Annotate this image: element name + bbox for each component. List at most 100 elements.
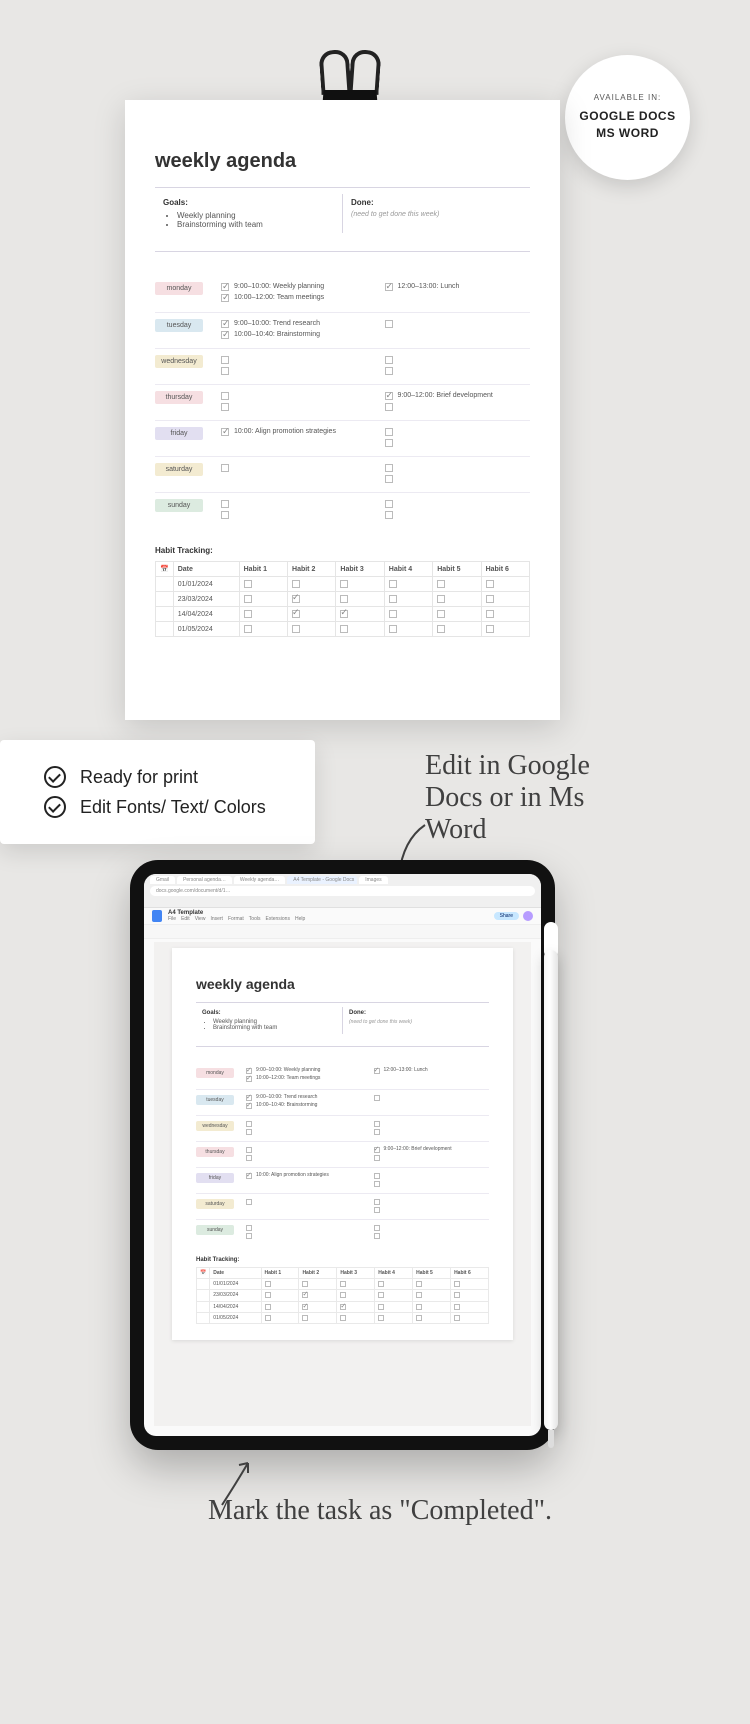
checkbox-icon[interactable] — [340, 1292, 346, 1298]
checkbox-icon[interactable] — [221, 294, 229, 302]
checkbox-icon[interactable] — [486, 595, 494, 603]
checkbox-icon[interactable] — [221, 356, 229, 364]
checkbox-icon[interactable] — [340, 625, 348, 633]
checkbox-icon[interactable] — [416, 1292, 422, 1298]
checkbox-icon[interactable] — [385, 320, 393, 328]
checkbox-icon[interactable] — [385, 428, 393, 436]
checkbox-icon[interactable] — [265, 1304, 271, 1310]
checkbox-icon[interactable] — [244, 610, 252, 618]
menu-item[interactable]: View — [195, 916, 206, 922]
checkbox-icon[interactable] — [486, 580, 494, 588]
checkbox-icon[interactable] — [385, 475, 393, 483]
checkbox-icon[interactable] — [378, 1315, 384, 1321]
checkbox-icon[interactable] — [340, 595, 348, 603]
checkbox-icon[interactable] — [302, 1292, 308, 1298]
checkbox-icon[interactable] — [221, 464, 229, 472]
checkbox-icon[interactable] — [244, 625, 252, 633]
checkbox-icon[interactable] — [246, 1103, 252, 1109]
checkbox-icon[interactable] — [454, 1281, 460, 1287]
checkbox-icon[interactable] — [292, 625, 300, 633]
checkbox-icon[interactable] — [221, 428, 229, 436]
checkbox-icon[interactable] — [340, 580, 348, 588]
checkbox-icon[interactable] — [221, 367, 229, 375]
checkbox-icon[interactable] — [374, 1095, 380, 1101]
checkbox-icon[interactable] — [385, 403, 393, 411]
browser-tab[interactable]: Images — [359, 876, 387, 884]
checkbox-icon[interactable] — [302, 1304, 308, 1310]
menu-item[interactable]: Tools — [249, 916, 261, 922]
checkbox-icon[interactable] — [416, 1281, 422, 1287]
checkbox-icon[interactable] — [389, 625, 397, 633]
checkbox-icon[interactable] — [378, 1304, 384, 1310]
checkbox-icon[interactable] — [454, 1292, 460, 1298]
checkbox-icon[interactable] — [374, 1181, 380, 1187]
checkbox-icon[interactable] — [385, 439, 393, 447]
checkbox-icon[interactable] — [389, 610, 397, 618]
checkbox-icon[interactable] — [437, 610, 445, 618]
checkbox-icon[interactable] — [340, 1304, 346, 1310]
checkbox-icon[interactable] — [302, 1281, 308, 1287]
checkbox-icon[interactable] — [292, 595, 300, 603]
browser-tab[interactable]: A4 Template - Google Docs — [287, 876, 357, 884]
checkbox-icon[interactable] — [246, 1225, 252, 1231]
menu-item[interactable]: Insert — [210, 916, 223, 922]
checkbox-icon[interactable] — [374, 1155, 380, 1161]
checkbox-icon[interactable] — [454, 1315, 460, 1321]
checkbox-icon[interactable] — [374, 1225, 380, 1231]
checkbox-icon[interactable] — [454, 1304, 460, 1310]
checkbox-icon[interactable] — [340, 610, 348, 618]
checkbox-icon[interactable] — [437, 580, 445, 588]
checkbox-icon[interactable] — [374, 1207, 380, 1213]
browser-tab[interactable]: Personal agenda… — [177, 876, 232, 884]
checkbox-icon[interactable] — [246, 1155, 252, 1161]
gdocs-toolbar[interactable] — [144, 925, 541, 939]
checkbox-icon[interactable] — [374, 1129, 380, 1135]
checkbox-icon[interactable] — [486, 625, 494, 633]
checkbox-icon[interactable] — [340, 1281, 346, 1287]
menu-item[interactable]: File — [168, 916, 176, 922]
checkbox-icon[interactable] — [374, 1173, 380, 1179]
checkbox-icon[interactable] — [378, 1281, 384, 1287]
checkbox-icon[interactable] — [221, 392, 229, 400]
checkbox-icon[interactable] — [374, 1233, 380, 1239]
checkbox-icon[interactable] — [246, 1199, 252, 1205]
checkbox-icon[interactable] — [385, 500, 393, 508]
checkbox-icon[interactable] — [246, 1173, 252, 1179]
checkbox-icon[interactable] — [437, 625, 445, 633]
checkbox-icon[interactable] — [221, 331, 229, 339]
checkbox-icon[interactable] — [221, 403, 229, 411]
checkbox-icon[interactable] — [486, 610, 494, 618]
checkbox-icon[interactable] — [437, 595, 445, 603]
checkbox-icon[interactable] — [265, 1292, 271, 1298]
checkbox-icon[interactable] — [244, 580, 252, 588]
menu-item[interactable]: Edit — [181, 916, 190, 922]
checkbox-icon[interactable] — [246, 1076, 252, 1082]
checkbox-icon[interactable] — [221, 500, 229, 508]
checkbox-icon[interactable] — [374, 1199, 380, 1205]
checkbox-icon[interactable] — [389, 595, 397, 603]
share-button[interactable]: Share — [494, 912, 519, 920]
checkbox-icon[interactable] — [374, 1121, 380, 1127]
checkbox-icon[interactable] — [246, 1121, 252, 1127]
browser-tab[interactable]: Gmail — [150, 876, 175, 884]
checkbox-icon[interactable] — [385, 392, 393, 400]
checkbox-icon[interactable] — [265, 1281, 271, 1287]
menu-item[interactable]: Format — [228, 916, 244, 922]
checkbox-icon[interactable] — [221, 320, 229, 328]
checkbox-icon[interactable] — [246, 1233, 252, 1239]
checkbox-icon[interactable] — [221, 511, 229, 519]
avatar[interactable] — [523, 911, 533, 921]
menu-item[interactable]: Extensions — [265, 916, 289, 922]
checkbox-icon[interactable] — [389, 580, 397, 588]
checkbox-icon[interactable] — [385, 464, 393, 472]
checkbox-icon[interactable] — [385, 356, 393, 364]
checkbox-icon[interactable] — [374, 1068, 380, 1074]
checkbox-icon[interactable] — [378, 1292, 384, 1298]
checkbox-icon[interactable] — [221, 283, 229, 291]
url-bar[interactable]: docs.google.com/document/d/1… — [150, 886, 535, 896]
checkbox-icon[interactable] — [246, 1147, 252, 1153]
checkbox-icon[interactable] — [246, 1129, 252, 1135]
checkbox-icon[interactable] — [340, 1315, 346, 1321]
checkbox-icon[interactable] — [265, 1315, 271, 1321]
browser-tab[interactable]: Weekly agenda… — [234, 876, 285, 884]
